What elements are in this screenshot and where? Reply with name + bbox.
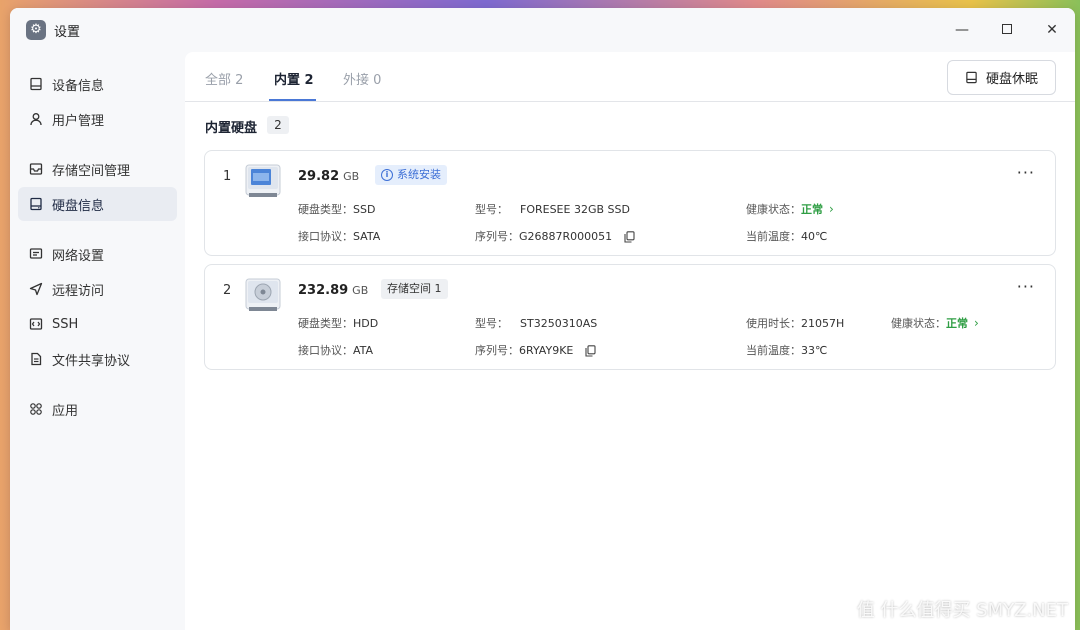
code-icon bbox=[28, 317, 43, 332]
user-icon bbox=[28, 112, 43, 127]
maximize-icon bbox=[1002, 24, 1012, 34]
disk-index: 1 bbox=[223, 169, 232, 184]
disk-icon bbox=[28, 197, 43, 212]
info-icon: i bbox=[381, 169, 393, 181]
disk-index: 2 bbox=[223, 283, 232, 298]
more-options-button[interactable]: ··· bbox=[1017, 163, 1035, 182]
settings-app-icon: ⚙ bbox=[26, 20, 46, 40]
sidebar-item-label: 网络设置 bbox=[52, 248, 105, 264]
uptime-field: 使用时长：21057H bbox=[746, 317, 845, 330]
disk-sleep-label: 硬盘休眠 bbox=[985, 72, 1038, 87]
apps-icon bbox=[28, 402, 43, 417]
section-title: 内置硬盘 bbox=[205, 121, 258, 136]
disk-sleep-button[interactable]: 硬盘休眠 bbox=[947, 60, 1056, 95]
storage-pool-badge: 存储空间 1 bbox=[381, 279, 448, 299]
sidebar-item-disk-info[interactable]: 硬盘信息 bbox=[18, 187, 177, 221]
disk-card[interactable]: 2 232.89 GB 存储空间 1 ··· 硬盘类型：HDD 型号： ST3250… bbox=[204, 264, 1056, 370]
disk-icon bbox=[966, 71, 977, 84]
hdd-icon bbox=[245, 278, 281, 311]
chevron-right-icon: › bbox=[974, 316, 979, 330]
ssd-icon bbox=[245, 164, 281, 197]
maximize-button[interactable] bbox=[997, 20, 1017, 40]
section-count-badge: 2 bbox=[267, 116, 289, 134]
close-button[interactable]: ✕ bbox=[1042, 20, 1062, 40]
storage-icon bbox=[28, 162, 43, 177]
sidebar-item-label: 存储空间管理 bbox=[52, 163, 131, 179]
disk-model-field: 型号： ST3250310AS bbox=[475, 317, 598, 330]
sidebar-item-label: 远程访问 bbox=[52, 283, 105, 299]
disk-capacity: 232.89 GB bbox=[298, 283, 369, 298]
system-install-badge: i 系统安装 bbox=[375, 165, 447, 185]
tab-all[interactable]: 全部 2 bbox=[205, 69, 243, 88]
sidebar-item-network[interactable]: 网络设置 bbox=[18, 237, 177, 271]
interface-field: 接口协议：SATA bbox=[298, 230, 381, 243]
health-status-field[interactable]: 健康状态：正常 › bbox=[891, 315, 979, 331]
file-icon bbox=[28, 352, 43, 367]
health-status-field[interactable]: 健康状态：正常 › bbox=[746, 201, 834, 217]
sidebar-item-label: 应用 bbox=[52, 403, 79, 419]
interface-field: 接口协议：ATA bbox=[298, 344, 374, 357]
minimize-button[interactable]: — bbox=[952, 20, 972, 40]
temperature-field: 当前温度：40℃ bbox=[746, 230, 828, 243]
copy-icon[interactable] bbox=[585, 345, 596, 357]
tab-bar: 全部 2 内置 2 外接 0 硬盘休眠 bbox=[185, 52, 1075, 102]
serial-field: 序列号：G26887R000051 bbox=[475, 228, 635, 244]
network-icon bbox=[28, 247, 43, 262]
active-tab-indicator bbox=[269, 99, 316, 101]
sidebar-item-file-sharing[interactable]: 文件共享协议 bbox=[18, 342, 177, 376]
sidebar-item-label: 用户管理 bbox=[52, 113, 105, 129]
more-options-button[interactable]: ··· bbox=[1017, 277, 1035, 296]
device-icon bbox=[28, 77, 43, 92]
sidebar-item-remote-access[interactable]: 远程访问 bbox=[18, 272, 177, 306]
sidebar-item-ssh[interactable]: SSH bbox=[18, 307, 177, 341]
tab-internal[interactable]: 内置 2 bbox=[274, 69, 314, 88]
disk-card[interactable]: 1 29.82 GB i 系统安装 ··· 硬盘类型：SSD 型号： FORESEE… bbox=[204, 150, 1056, 256]
chevron-right-icon: › bbox=[829, 202, 834, 216]
temperature-field: 当前温度：33℃ bbox=[746, 344, 828, 357]
tab-external[interactable]: 外接 0 bbox=[343, 69, 381, 88]
disk-model-field: 型号： FORESEE 32GB SSD bbox=[475, 203, 630, 216]
sidebar: 设备信息 用户管理 存储空间管理 硬盘信息 网络设置 远程访问 SSH 文件共享… bbox=[10, 52, 185, 630]
sidebar-item-label: 文件共享协议 bbox=[52, 353, 131, 369]
watermark: 值 什么值得买 SMYZ.NET bbox=[856, 600, 1068, 621]
sidebar-item-label: SSH bbox=[52, 316, 79, 332]
serial-field: 序列号：6RYAY9KE bbox=[475, 342, 596, 358]
sidebar-item-device-info[interactable]: 设备信息 bbox=[18, 67, 177, 101]
title-bar: ⚙ 设置 — ✕ bbox=[10, 8, 1075, 52]
sidebar-item-storage-management[interactable]: 存储空间管理 bbox=[18, 152, 177, 186]
disk-capacity: 29.82 GB bbox=[298, 169, 360, 184]
disk-type-field: 硬盘类型：HDD bbox=[298, 317, 379, 330]
window-title: 设置 bbox=[54, 25, 81, 40]
sidebar-item-label: 设备信息 bbox=[52, 78, 105, 94]
sidebar-item-user-management[interactable]: 用户管理 bbox=[18, 102, 177, 136]
sidebar-item-label: 硬盘信息 bbox=[52, 198, 105, 214]
disk-type-field: 硬盘类型：SSD bbox=[298, 203, 376, 216]
main-content: 全部 2 内置 2 外接 0 硬盘休眠 内置硬盘 2 1 29.82GB i bbox=[185, 52, 1075, 630]
sidebar-item-apps[interactable]: 应用 bbox=[18, 392, 177, 426]
copy-icon[interactable] bbox=[624, 231, 635, 243]
send-icon bbox=[28, 282, 43, 297]
settings-window: ⚙ 设置 — ✕ 设备信息 用户管理 存储空间管理 硬盘信息 网络设置 远程访问… bbox=[10, 8, 1075, 630]
